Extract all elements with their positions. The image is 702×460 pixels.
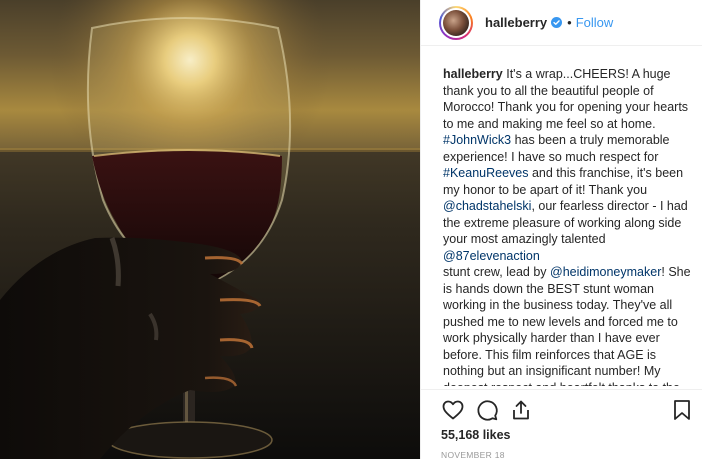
post-actions-bar: 55,168 likes NOVEMBER 18 [421, 389, 702, 460]
verified-badge-icon [551, 17, 563, 28]
post-details-panel: halleberry • Follow halleberry It's a wr… [420, 0, 702, 460]
avatar[interactable] [439, 5, 473, 40]
avatar-ring [441, 7, 471, 38]
caption-hashtag-link[interactable]: #JohnWick3 [443, 133, 511, 147]
post-header: halleberry • Follow [421, 0, 702, 46]
caption-mention-link[interactable]: @heidimoneymaker [550, 265, 661, 279]
avatar-image [443, 9, 469, 36]
bookmark-icon[interactable] [670, 398, 694, 422]
instagram-post: halleberry • Follow halleberry It's a wr… [0, 0, 702, 460]
share-icon[interactable] [509, 398, 533, 422]
action-icons [441, 398, 533, 422]
caption-text-segment: stunt crew, lead by [443, 265, 551, 279]
caption-text-segment: ! She is hands down the BEST stunt woman… [443, 265, 691, 386]
wine-glass-sunset-image [0, 0, 420, 459]
header-separator: • [567, 15, 572, 30]
heart-icon[interactable] [441, 398, 465, 422]
likes-count[interactable]: 55,168 likes [441, 428, 511, 442]
caption-mention-link[interactable]: @87elevenaction [443, 249, 540, 263]
caption-mention-link[interactable]: @chadstahelski [443, 199, 531, 213]
post-caption: halleberry It's a wrap...CHEERS! A huge … [443, 66, 693, 386]
follow-button[interactable]: Follow [576, 15, 614, 30]
header-username[interactable]: halleberry [485, 15, 547, 30]
caption-hashtag-link[interactable]: #KeanuReeves [443, 166, 528, 180]
caption-text: It's a wrap...CHEERS! A huge thank you t… [443, 67, 691, 386]
comment-icon[interactable] [475, 398, 499, 422]
post-photo[interactable] [0, 0, 420, 459]
caption-username[interactable]: halleberry [443, 67, 503, 81]
